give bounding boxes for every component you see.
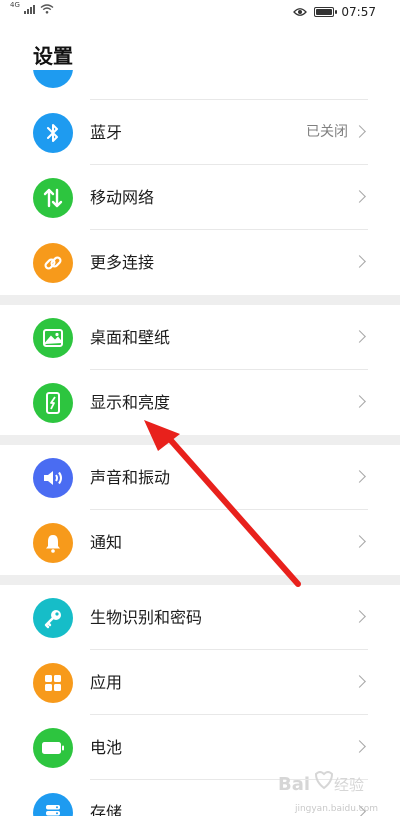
settings-row-speaker[interactable]: 声音和振动 xyxy=(0,445,400,510)
svg-text:Bai: Bai xyxy=(278,774,310,795)
settings-row-key[interactable]: 生物识别和密码 xyxy=(0,585,400,650)
chevron-right-icon xyxy=(353,255,366,268)
bluetooth-icon xyxy=(33,113,73,153)
battery-fill xyxy=(316,9,332,15)
unknown-icon xyxy=(33,70,73,88)
chevron-right-icon xyxy=(353,740,366,753)
eye-comfort-icon xyxy=(293,8,308,16)
group-separator xyxy=(0,295,400,305)
speaker-icon xyxy=(33,458,73,498)
settings-row-label: 应用 xyxy=(90,673,123,692)
status-time: 07:57 xyxy=(341,5,376,19)
wallpaper-icon xyxy=(33,318,73,358)
svg-text:经验: 经验 xyxy=(334,776,364,794)
settings-row-label: 电池 xyxy=(90,738,123,757)
mobile-data-icon xyxy=(33,178,73,218)
display-brightness-icon xyxy=(33,383,73,423)
battery-icon xyxy=(33,728,73,768)
chevron-right-icon xyxy=(353,330,366,343)
chevron-right-icon xyxy=(353,535,366,548)
chevron-right-icon xyxy=(353,190,366,203)
settings-list: 蓝牙 已关闭移动网络更多连接桌面和壁纸显示和亮度声音和振动通知生物识别和密码 应用电… xyxy=(0,70,400,816)
settings-row-display-brightness[interactable]: 显示和亮度 xyxy=(0,370,400,435)
settings-row-label: 存储 xyxy=(90,803,123,816)
page-title: 设置 xyxy=(33,44,73,68)
chevron-right-icon xyxy=(353,675,366,688)
settings-row-label: 显示和亮度 xyxy=(90,393,171,412)
apps-grid-icon xyxy=(33,663,73,703)
settings-row-apps-grid[interactable]: 应用 xyxy=(0,650,400,715)
key-icon xyxy=(33,598,73,638)
settings-row-label: 通知 xyxy=(90,533,123,552)
chevron-right-icon xyxy=(353,470,366,483)
storage-icon xyxy=(33,793,73,816)
chevron-right-icon xyxy=(353,610,366,623)
chevron-right-icon xyxy=(353,395,366,408)
watermark-logo: Bai 经验 xyxy=(278,768,378,802)
watermark-url: jingyan.baidu.com xyxy=(294,804,378,814)
group-separator xyxy=(0,435,400,445)
settings-row-unknown[interactable] xyxy=(0,70,400,100)
battery-status-icon xyxy=(314,7,338,17)
settings-row-label: 生物识别和密码 xyxy=(90,608,203,627)
status-bar: 4G 07:57 xyxy=(0,0,400,26)
chevron-right-icon xyxy=(353,125,366,138)
status-right: 07:57 xyxy=(293,5,376,19)
settings-row-value: 已关闭 xyxy=(306,124,348,140)
network-type-label: 4G xyxy=(10,1,20,9)
status-left: 4G xyxy=(10,1,54,14)
settings-row-link[interactable]: 更多连接 xyxy=(0,230,400,295)
group-separator xyxy=(0,575,400,585)
settings-row-label: 移动网络 xyxy=(90,188,155,207)
settings-row-mobile-data[interactable]: 移动网络 xyxy=(0,165,400,230)
settings-row-bell[interactable]: 通知 xyxy=(0,510,400,575)
settings-row-wallpaper[interactable]: 桌面和壁纸 xyxy=(0,305,400,370)
settings-row-label: 桌面和壁纸 xyxy=(90,328,171,347)
wifi-icon xyxy=(40,4,54,14)
settings-row-label: 更多连接 xyxy=(90,253,155,272)
link-icon xyxy=(33,243,73,283)
settings-row-bluetooth[interactable]: 蓝牙 已关闭 xyxy=(0,100,400,165)
bell-icon xyxy=(33,523,73,563)
signal-icon xyxy=(23,5,35,14)
settings-row-label: 蓝牙 xyxy=(90,123,123,142)
settings-row-label: 声音和振动 xyxy=(90,468,171,487)
